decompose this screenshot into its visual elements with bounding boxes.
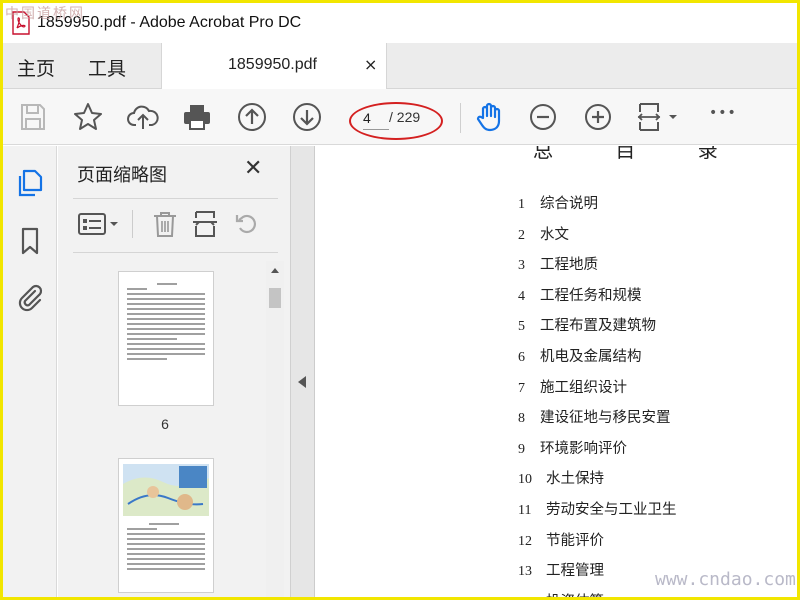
- toc-item-number: 8: [518, 411, 525, 427]
- toc-item-title: 劳动安全与工业卫生: [546, 502, 677, 518]
- delete-page-icon[interactable]: [150, 208, 180, 240]
- toc-item-title: 综合说明: [540, 196, 598, 212]
- rotate-page-icon[interactable]: [232, 208, 262, 240]
- attachment-icon[interactable]: [15, 282, 45, 312]
- save-icon[interactable]: [17, 101, 49, 133]
- toc-item-number: 11: [518, 503, 532, 518]
- toc-item-number: 3: [518, 258, 525, 274]
- toc-item-number: 13: [518, 564, 532, 580]
- collapse-panel-icon[interactable]: [298, 376, 306, 388]
- toc-item[interactable]: 3 工程地质: [518, 253, 598, 274]
- toc-item[interactable]: 12 节能评价: [518, 529, 604, 550]
- toc-item-number: 2: [518, 227, 525, 243]
- page-down-icon[interactable]: [291, 101, 323, 133]
- page-thumbnail[interactable]: [118, 271, 214, 406]
- bookmark-icon[interactable]: [15, 226, 45, 256]
- thumbnail-text-lines: [119, 523, 213, 570]
- panel-divider: [73, 252, 278, 253]
- toc-item[interactable]: 13 工程管理: [518, 559, 604, 580]
- document-view[interactable]: 总 目 录 1 综合说明 2 水文 3 工程地质 4 工程任务和规模 5 工程布置及建筑物 6 机电及…: [316, 146, 797, 597]
- panel-title: 页面缩略图: [77, 165, 167, 186]
- title-bar: 1859950.pdf - Adobe Acrobat Pro DC: [3, 3, 797, 43]
- hand-tool-icon[interactable]: [473, 101, 505, 133]
- toc-item-number: 14: [518, 595, 546, 597]
- toc-heading: 总 目 录: [533, 146, 746, 162]
- toc-item[interactable]: 11 劳动安全与工业卫生: [518, 498, 677, 519]
- thumbnail-scrollbar[interactable]: [266, 261, 284, 597]
- scroll-up-icon[interactable]: [270, 266, 280, 274]
- watermark-top: 中国道桥网: [5, 6, 85, 22]
- panel-close-button[interactable]: ✕: [244, 156, 262, 181]
- toc-item-title: 环境影响评价: [540, 440, 627, 457]
- star-icon[interactable]: [72, 101, 104, 133]
- toc-item-title: 工程管理: [546, 563, 604, 580]
- toc-item-title: 工程地质: [540, 257, 598, 274]
- tab-document-label: 1859950.pdf: [228, 56, 317, 73]
- page-number-highlight: [349, 102, 443, 140]
- left-rail: [3, 146, 57, 597]
- toc-item[interactable]: 10 水土保持: [518, 467, 604, 488]
- toc-item[interactable]: 8 建设征地与移民安置: [518, 406, 671, 427]
- thumbnail-list: 6: [58, 254, 291, 597]
- panel-tools-divider: [132, 210, 133, 238]
- toc-item[interactable]: 9 环境影响评价: [518, 437, 627, 458]
- toolbar-divider: [460, 103, 461, 133]
- toc-item[interactable]: 7 施工组织设计: [518, 376, 627, 397]
- page-thumbnail[interactable]: [118, 458, 214, 593]
- panel-splitter[interactable]: [291, 146, 315, 597]
- toc-item-number: 12: [518, 533, 532, 549]
- thumbnail-page-label: 6: [161, 416, 169, 432]
- panel-divider: [73, 198, 278, 199]
- toc-item-title: 投资估算: [546, 594, 604, 597]
- page-up-icon[interactable]: [236, 101, 268, 133]
- toc-item-number: 7: [518, 380, 525, 396]
- acrobat-window: 1859950.pdf - Adobe Acrobat Pro DC 中国道桥网…: [3, 3, 797, 597]
- zoom-out-icon[interactable]: [527, 101, 559, 133]
- zoom-in-icon[interactable]: [582, 101, 614, 133]
- toc-item-title: 工程任务和规模: [540, 287, 642, 304]
- toc-item[interactable]: 6 机电及金属结构: [518, 345, 642, 366]
- toc-item-number: 4: [518, 288, 525, 304]
- toc-item-title: 水文: [540, 226, 569, 243]
- print-icon[interactable]: [181, 101, 213, 133]
- thumbnail-map-image: [123, 464, 209, 516]
- thumbnail-text-lines: [119, 272, 213, 360]
- toc-item-number: 10: [518, 472, 532, 488]
- toc-item-title: 机电及金属结构: [540, 349, 642, 365]
- scroll-thumb[interactable]: [269, 288, 281, 308]
- page-thumbnails-icon[interactable]: [15, 168, 45, 198]
- toc-item[interactable]: 2 水文: [518, 223, 569, 244]
- toc-item-number: 1: [518, 197, 525, 212]
- toc-item[interactable]: 1 综合说明: [518, 192, 598, 213]
- toc-item[interactable]: 4 工程任务和规模: [518, 284, 642, 305]
- tab-document[interactable]: 1859950.pdf ×: [161, 43, 387, 89]
- tab-bar: 主页 工具 1859950.pdf ×: [3, 43, 797, 89]
- toc-item-number: 5: [518, 319, 525, 335]
- toc-item-title: 工程布置及建筑物: [540, 318, 656, 335]
- toc-item-number: 9: [518, 441, 525, 457]
- toc-item-title: 水土保持: [546, 471, 604, 488]
- cloud-upload-icon[interactable]: [127, 101, 159, 133]
- extract-pages-icon[interactable]: [190, 208, 220, 240]
- thumbnails-panel: 页面缩略图 ✕ 6: [58, 146, 291, 597]
- toc-item-title: 施工组织设计: [540, 379, 627, 396]
- tab-close-button[interactable]: ×: [364, 55, 377, 74]
- toc-item-title: 建设征地与移民安置: [540, 410, 671, 427]
- more-icon[interactable]: •••: [709, 105, 741, 137]
- fit-page-icon[interactable]: [635, 101, 683, 133]
- toc-item[interactable]: 5 工程布置及建筑物: [518, 314, 656, 335]
- toc-item[interactable]: 14投资估算: [518, 590, 604, 597]
- watermark-bottom: www.cndao.com: [655, 569, 796, 590]
- thumbnail-options-icon[interactable]: [76, 208, 122, 240]
- tab-home[interactable]: 主页: [17, 54, 55, 81]
- tab-tools[interactable]: 工具: [88, 54, 126, 81]
- toc-item-title: 节能评价: [546, 532, 604, 549]
- toc-item-number: 6: [518, 350, 525, 365]
